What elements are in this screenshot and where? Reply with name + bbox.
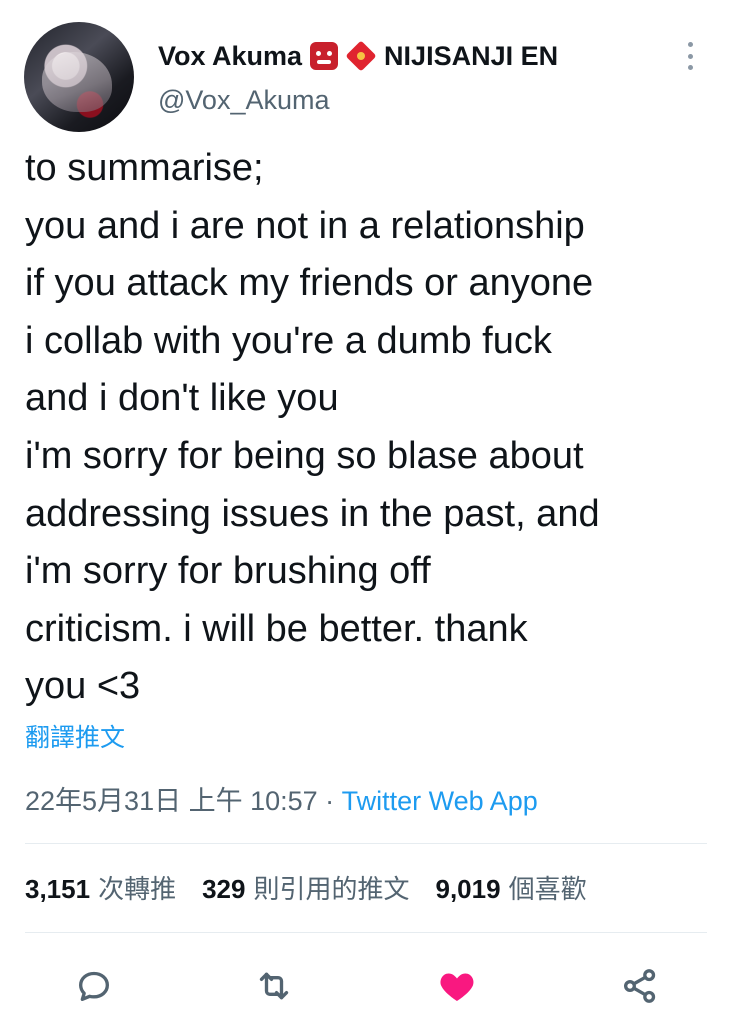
likes-stat[interactable]: 9,019 個喜歡 bbox=[436, 870, 587, 908]
ogre-emoji-icon bbox=[310, 42, 339, 70]
timestamp[interactable]: 22年5月31日 上午 10:57 bbox=[25, 786, 318, 816]
tweet-line: if you attack my friends or anyone bbox=[25, 262, 594, 305]
reply-icon[interactable] bbox=[70, 962, 118, 1010]
action-bar bbox=[0, 958, 731, 1014]
share-icon[interactable] bbox=[616, 962, 664, 1010]
tweet-line: to summarise; bbox=[25, 147, 264, 189]
retweet-icon[interactable] bbox=[250, 962, 298, 1010]
author-name-row[interactable]: Vox Akuma NIJISANJI EN bbox=[158, 38, 558, 74]
likes-count: 9,019 bbox=[435, 874, 501, 904]
heart-filled-icon[interactable] bbox=[433, 962, 481, 1010]
tweet-line: criticism. i will be better. thank bbox=[25, 607, 528, 650]
likes-label: 個喜歡 bbox=[508, 874, 587, 904]
quotes-label: 則引用的推文 bbox=[253, 874, 410, 904]
more-options-icon[interactable] bbox=[684, 42, 696, 70]
avatar[interactable] bbox=[24, 22, 134, 132]
tweet-line: you and i are not in a relationship bbox=[25, 204, 585, 247]
retweets-stat[interactable]: 3,151 次轉推 bbox=[25, 870, 176, 908]
divider bbox=[25, 932, 707, 933]
source-app-link[interactable]: Twitter Web App bbox=[342, 786, 538, 816]
quotes-stat[interactable]: 329 則引用的推文 bbox=[202, 870, 409, 908]
meta-separator: · bbox=[317, 786, 342, 816]
red-envelope-emoji-icon bbox=[345, 40, 377, 72]
translate-tweet-link[interactable]: 翻譯推文 bbox=[25, 720, 125, 756]
display-name[interactable]: Vox Akuma bbox=[158, 38, 302, 74]
tweet-meta: 22年5月31日 上午 10:57 · Twitter Web App bbox=[25, 782, 538, 820]
tweet-stats: 3,151 次轉推 329 則引用的推文 9,019 個喜歡 bbox=[25, 870, 587, 908]
retweets-count: 3,151 bbox=[25, 874, 91, 904]
quotes-count: 329 bbox=[202, 874, 246, 904]
author-handle[interactable]: @Vox_Akuma bbox=[158, 82, 330, 118]
tweet-line: and i don't like you bbox=[25, 377, 339, 420]
tweet-line: you <3 bbox=[25, 665, 141, 708]
divider bbox=[25, 843, 707, 844]
retweets-label: 次轉推 bbox=[98, 874, 177, 904]
tweet-line: i'm sorry for brushing off bbox=[25, 550, 431, 593]
tweet-text: to summarise; you and i are not in a rel… bbox=[25, 140, 715, 716]
tweet-line: addressing issues in the past, and bbox=[25, 492, 600, 535]
tweet-line: i collab with you're a dumb fuck bbox=[25, 319, 552, 362]
tweet-line: i'm sorry for being so blase about bbox=[25, 434, 584, 477]
affiliation: NIJISANJI EN bbox=[384, 41, 559, 71]
